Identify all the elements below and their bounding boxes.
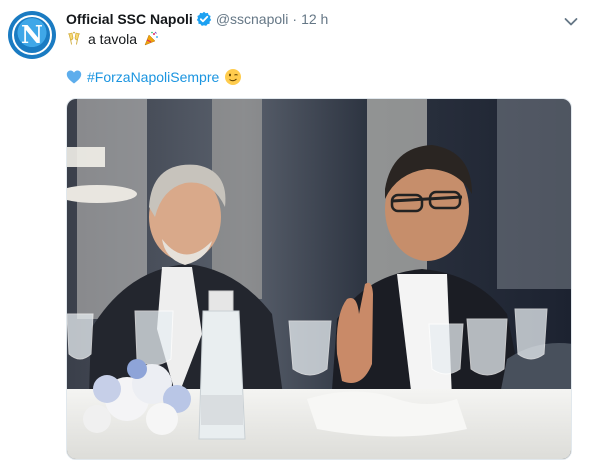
avatar[interactable]: N bbox=[8, 11, 56, 59]
tweet-text: a tavola bbox=[88, 31, 138, 47]
tweet-photo[interactable] bbox=[66, 98, 572, 460]
separator-dot: · bbox=[292, 11, 298, 27]
party-popper-icon bbox=[143, 31, 159, 47]
user-handle[interactable]: @sscnapoli bbox=[216, 11, 289, 27]
clinking-glasses-icon bbox=[66, 31, 82, 47]
logo-letter: N bbox=[21, 20, 43, 49]
chevron-down-icon[interactable] bbox=[564, 14, 578, 26]
winking-face-icon bbox=[224, 68, 242, 86]
blue-heart-icon bbox=[66, 69, 82, 85]
tweet-text-line-2: #ForzaNapoliSempre bbox=[66, 66, 242, 88]
timestamp[interactable]: 12 h bbox=[301, 11, 328, 27]
display-name[interactable]: Official SSC Napoli bbox=[66, 11, 193, 27]
tweet-header: Official SSC Napoli @sscnapoli · 12 h bbox=[66, 9, 328, 29]
hashtag-link[interactable]: #ForzaNapoliSempre bbox=[87, 69, 219, 85]
tweet-text-line-1: a tavola bbox=[66, 29, 159, 49]
verified-badge-icon bbox=[196, 11, 212, 27]
napoli-logo: N bbox=[12, 15, 52, 55]
